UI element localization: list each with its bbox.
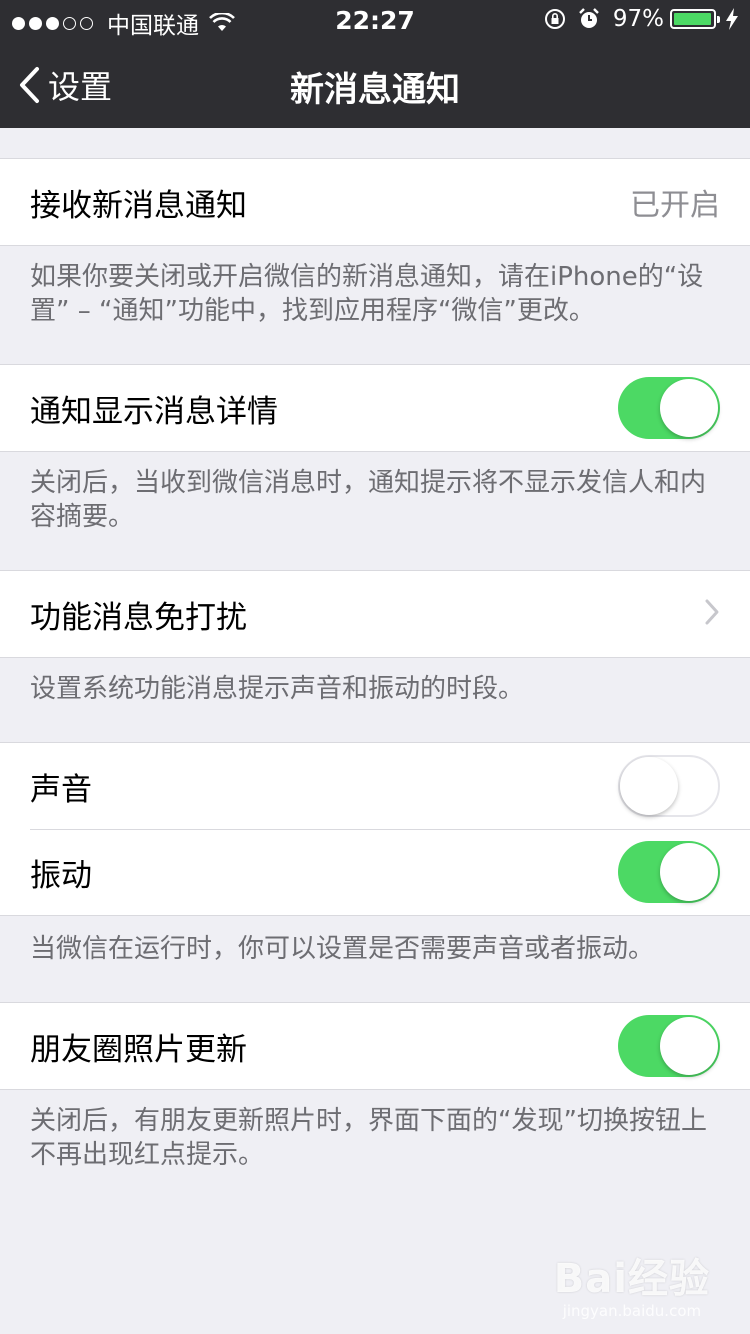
chevron-right-icon [704,598,720,630]
moments-updates-row: 朋友圈照片更新 [0,1003,750,1089]
moments-group: 朋友圈照片更新 [0,1002,750,1090]
top-bar: 中国联通 22:27 97% 设置 新消息通知 [0,0,750,128]
show-details-label: 通知显示消息详情 [30,393,278,430]
sound-row: 声音 [0,743,750,829]
sound-vibrate-group: 声音 振动 [0,742,750,916]
sound-toggle[interactable] [618,755,720,817]
receive-group: 接收新消息通知 已开启 [0,158,750,246]
moments-updates-label: 朋友圈照片更新 [30,1031,247,1068]
sound-vibrate-footer: 当微信在运行时，你可以设置是否需要声音或者振动。 [30,934,655,964]
page-title: 新消息通知 [290,70,460,110]
moments-updates-toggle[interactable] [618,1015,720,1077]
sound-label: 声音 [30,771,92,808]
battery-icon [670,9,720,29]
show-details-row: 通知显示消息详情 [0,365,750,451]
receive-footer: 如果你要关闭或开启微信的新消息通知，请在iPhone的“设置” – “通知”功能… [30,262,704,326]
vibrate-toggle[interactable] [618,841,720,903]
vibrate-row: 振动 [0,829,750,915]
status-bar: 中国联通 22:27 97% [0,0,750,40]
details-group: 通知显示消息详情 [0,364,750,452]
baidu-jingyan-watermark: Bai经验 jingyan.baidu.com [554,1246,710,1320]
dnd-group: 功能消息免打扰 [0,570,750,658]
rotation-lock-icon [544,9,565,29]
receive-notifications-label: 接收新消息通知 [30,187,247,224]
watermark-logo: Bai经验 [553,1256,710,1302]
moments-footer: 关闭后，有朋友更新照片时，界面下面的“发现”切换按钮上不再出现红点提示。 [30,1106,707,1170]
receive-notifications-value: 已开启 [630,188,720,223]
navigation-bar: 设置 新消息通知 [0,40,750,128]
do-not-disturb-label: 功能消息免打扰 [30,599,247,636]
charging-bolt-icon [726,8,738,30]
show-details-toggle[interactable] [618,377,720,439]
watermark-url: jingyan.baidu.com [562,1302,702,1320]
receive-notifications-row[interactable]: 接收新消息通知 已开启 [0,159,750,245]
dnd-footer: 设置系统功能消息提示声音和振动的时段。 [30,674,525,704]
details-footer: 关闭后，当收到微信消息时，通知提示将不显示发信人和内容摘要。 [30,468,707,532]
do-not-disturb-row[interactable]: 功能消息免打扰 [0,571,750,657]
vibrate-label: 振动 [30,857,92,894]
battery-percent: 97% [612,6,664,32]
alarm-icon [579,8,599,28]
